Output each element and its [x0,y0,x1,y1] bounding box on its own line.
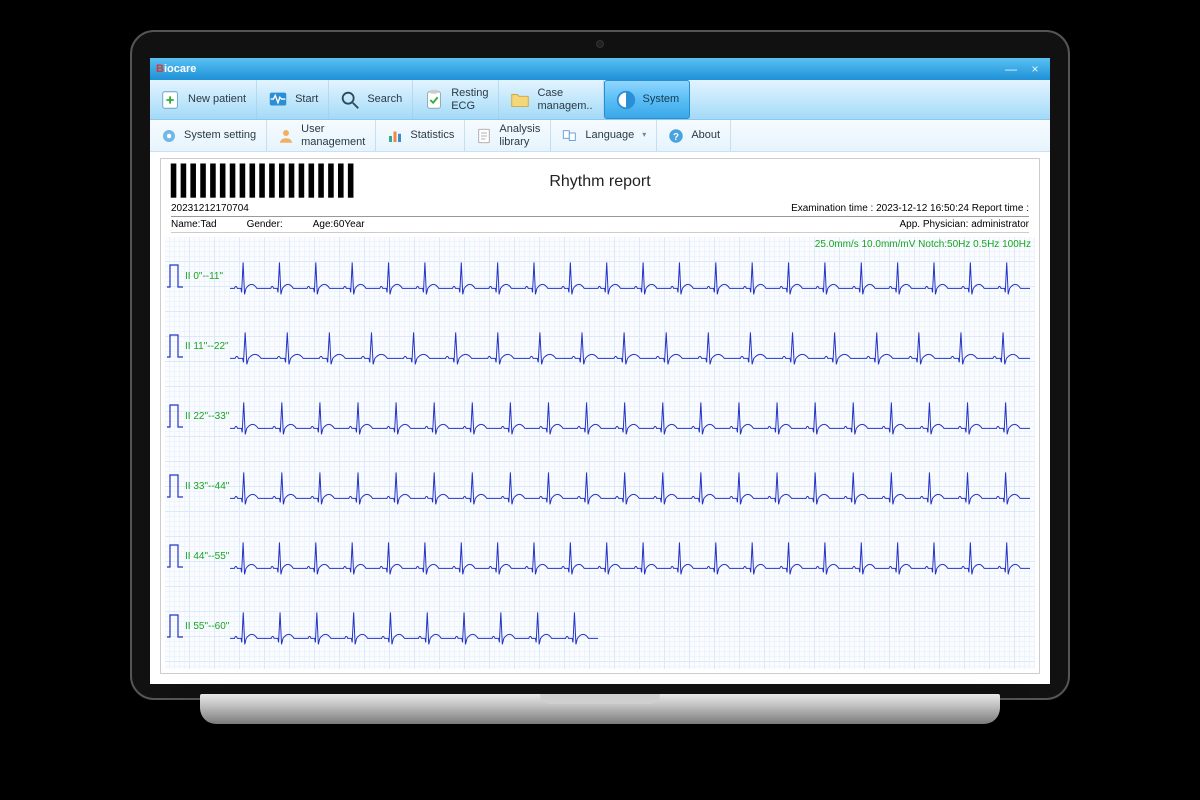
case-management-button[interactable]: Case managem.. [499,80,603,119]
language-button[interactable]: Language ▾ [551,120,657,151]
user-management-button[interactable]: User management [267,120,376,151]
svg-text:?: ? [673,131,679,142]
analysis-library-label: Analysis library [499,123,540,147]
laptop-base [200,694,1000,724]
new-patient-label: New patient [188,93,246,105]
physician: App. Physician: administrator [899,219,1029,230]
statistics-label: Statistics [410,129,454,141]
start-label: Start [295,93,318,105]
laptop-notch [540,694,660,704]
gear-icon [160,127,178,145]
system-tab[interactable]: System [604,80,691,119]
resting-ecg-button[interactable]: Resting ECG [413,80,499,119]
system-setting-button[interactable]: System setting [150,120,267,151]
resting-ecg-label: Resting ECG [451,87,488,111]
report-meta-row-1: 20231212170704 Examination time : 2023-1… [171,203,1029,217]
ecg-trace [165,455,1035,525]
statistics-button[interactable]: Statistics [376,120,465,151]
toolbar-secondary: System setting User management Statistic… [150,120,1050,152]
system-setting-label: System setting [184,129,256,141]
system-icon [615,89,637,111]
search-label: Search [367,93,402,105]
toolbar-primary: New patient Start Search [150,80,1050,120]
record-id: 20231212170704 [171,203,249,214]
patient-age: Age:60Year [313,219,365,230]
ecg-grid: 25.0mm/s 10.0mm/mV Notch:50Hz 0.5Hz 100H… [165,237,1035,669]
user-icon [277,127,295,145]
barcode: ▌▌▌▌▌▌▌▌▌▌▌▌▌▌▌▌▌▌▌ [171,165,358,199]
chevron-down-icon: ▾ [642,131,646,140]
ecg-trace [165,595,1035,665]
screen: Biocare — × New patient [150,58,1050,684]
ecg-trace [165,525,1035,595]
lead-row: II 33"--44" [165,455,1035,525]
report-page: ▌▌▌▌▌▌▌▌▌▌▌▌▌▌▌▌▌▌▌ Rhythm report 202312… [160,158,1040,674]
analysis-library-button[interactable]: Analysis library [465,120,551,151]
camera-dot [596,40,604,48]
laptop-mockup: Biocare — × New patient [130,30,1070,700]
clipboard-check-icon [423,89,445,111]
laptop-bezel: Biocare — × New patient [130,30,1070,700]
user-management-label: User management [301,123,365,147]
bar-chart-icon [386,127,404,145]
ecg-trace [165,245,1035,315]
new-patient-button[interactable]: New patient [150,80,257,119]
language-icon [561,127,579,145]
window-titlebar: Biocare — × [150,58,1050,80]
report-container: ▌▌▌▌▌▌▌▌▌▌▌▌▌▌▌▌▌▌▌ Rhythm report 202312… [150,152,1050,684]
lead-row: II 0"--11" [165,245,1035,315]
minimize-button[interactable]: — [1002,62,1020,76]
ecg-trace [165,315,1035,385]
ecg-trace [165,385,1035,455]
exam-time: Examination time : 2023-12-12 16:50:24 R… [791,203,1029,214]
document-icon [475,127,493,145]
new-patient-icon [160,89,182,111]
about-label: About [691,129,720,141]
patient-gender: Gender: [247,219,283,230]
lead-row: II 55"--60" [165,595,1035,665]
brand-suffix: iocare [164,63,196,75]
start-icon [267,89,289,111]
folder-icon [509,89,531,111]
brand-prefix: B [156,63,164,75]
language-label: Language [585,129,634,141]
lead-row: II 11"--22" [165,315,1035,385]
start-button[interactable]: Start [257,80,329,119]
case-management-label: Case managem.. [537,87,592,111]
help-icon: ? [667,127,685,145]
search-button[interactable]: Search [329,80,413,119]
about-button[interactable]: ? About [657,120,731,151]
brand-logo: Biocare [156,63,196,75]
lead-row: II 22"--33" [165,385,1035,455]
window-controls: — × [1002,62,1044,76]
patient-name: Name:Tad [171,219,217,230]
system-label: System [643,93,680,105]
close-button[interactable]: × [1026,62,1044,76]
report-meta-row-2: Name:Tad Gender: Age:60Year App. Physici… [171,219,1029,233]
search-icon [339,89,361,111]
lead-row: II 44"--55" [165,525,1035,595]
